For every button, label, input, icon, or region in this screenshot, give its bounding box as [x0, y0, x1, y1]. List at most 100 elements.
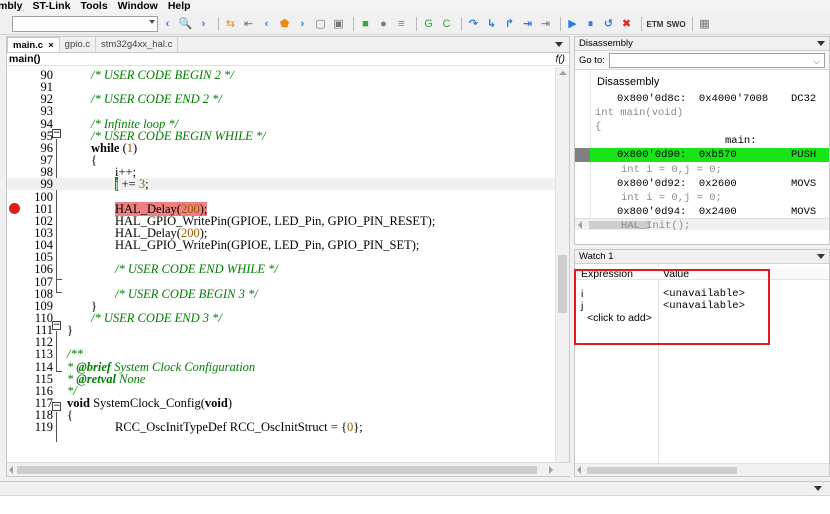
function-bar[interactable]: main() f()	[7, 53, 569, 66]
forward-icon[interactable]: ›	[196, 17, 211, 32]
scroll-up-icon[interactable]	[559, 71, 567, 75]
reset-icon[interactable]: C	[439, 17, 454, 32]
step-into-icon[interactable]: ↳	[484, 17, 499, 32]
make-icon[interactable]: ●	[376, 17, 391, 32]
code-text: HAL_Delay(200);	[115, 201, 208, 216]
line-number: 108	[34, 286, 53, 301]
scroll-thumb[interactable]	[587, 467, 737, 474]
code-text: {	[67, 408, 73, 423]
stop-icon[interactable]: ✖	[619, 17, 634, 32]
menu-item[interactable]: Help	[164, 0, 197, 13]
tab-stm32g4xx_hal-c[interactable]: stm32g4xx_hal.c	[96, 37, 179, 52]
back-icon[interactable]: ‹	[160, 17, 175, 32]
disassembly-line[interactable]: 0x800'0d92: 0x2600 MOVS	[575, 177, 829, 191]
code-token: /* USER CODE END 3 */	[91, 311, 222, 325]
panel-menu-chevron-icon[interactable]	[814, 486, 822, 491]
page-icon[interactable]: ▢	[313, 17, 328, 32]
line-number: 100	[34, 189, 53, 204]
panel-menu-chevron-icon[interactable]	[817, 41, 825, 46]
build-icon[interactable]: ■	[358, 17, 373, 32]
breakpoint-icon[interactable]	[9, 202, 20, 214]
function-icon[interactable]: f()	[556, 54, 565, 65]
options-icon[interactable]: ≡	[394, 17, 409, 32]
code-token: @retval	[76, 371, 116, 386]
code-line: 95/* USER CODE BEGIN WHILE */	[7, 128, 555, 143]
menu-item[interactable]: Tools	[76, 0, 113, 13]
step-over-icon[interactable]: ↷	[466, 17, 481, 32]
break-icon[interactable]: ⏸	[583, 17, 598, 32]
code-line: 100	[7, 189, 555, 204]
disassembly-text: int i = 0,j = 0;	[621, 191, 722, 204]
disassembly-line[interactable]: main:	[575, 134, 829, 148]
menu-item[interactable]: Window	[114, 0, 164, 13]
disassembly-line[interactable]: int i = 0,j = 0;	[575, 163, 829, 177]
restart-icon[interactable]: ↺	[601, 17, 616, 32]
disassembly-line[interactable]: 0x800'0d94: 0x2400 MOVS	[575, 205, 829, 219]
run-to-cursor-icon[interactable]: ⇥	[538, 17, 553, 32]
tab-gpio-c[interactable]: gpio.c	[60, 37, 97, 52]
code-area[interactable]: − − − 90/* USER CODE BEGIN 2 */91 92/* US…	[7, 66, 569, 461]
line-number: 115	[34, 371, 53, 386]
bookmark-shield-icon[interactable]: ⬟	[277, 17, 292, 32]
code-line: 90/* USER CODE BEGIN 2 */	[7, 69, 555, 82]
disassembly-line[interactable]: int main(void)	[575, 106, 829, 120]
tab-main-c[interactable]: main.c ×	[7, 37, 60, 52]
scroll-left-icon[interactable]	[9, 466, 13, 474]
step-out-icon[interactable]: ↱	[502, 17, 517, 32]
code-text: /* USER CODE END WHILE */	[115, 263, 278, 276]
code-token: 3	[138, 177, 146, 192]
code-line: 101 HAL_Delay(200);	[7, 201, 555, 216]
disassembly-listing[interactable]: Disassembly 0x800'0d8c: 0x4000'7008 DC32 i…	[575, 70, 829, 230]
bottom-panel-bar	[0, 482, 830, 496]
scroll-thumb[interactable]	[558, 255, 567, 313]
line-number: 119	[34, 420, 53, 435]
swo-icon[interactable]: SWO	[666, 17, 685, 32]
bottom-panel	[0, 481, 830, 514]
code-text: /* USER CODE BEGIN 3 */	[115, 287, 258, 300]
prev-bookmark-icon[interactable]: ⇤	[241, 17, 256, 32]
etm-icon[interactable]: ETM	[646, 17, 664, 32]
goto-input[interactable]: ⌵	[608, 52, 825, 68]
tab-list-chevron-icon[interactable]	[555, 42, 563, 47]
code-line: 97{	[7, 154, 555, 167]
chip-icon[interactable]: ▦	[697, 17, 712, 32]
page2-icon[interactable]: ▣	[331, 17, 346, 32]
scroll-left-icon[interactable]	[577, 466, 581, 474]
toggle-bookmark-icon[interactable]: ⇆	[223, 17, 238, 32]
menu-item[interactable]: mbly	[0, 0, 29, 13]
code-text: HAL_GPIO_WritePin(GPIOE, LED_Pin, GPIO_P…	[115, 213, 436, 228]
bottom-panel-content	[0, 496, 830, 514]
configuration-combo[interactable]	[12, 16, 158, 32]
next-statement-icon[interactable]: ⇥	[520, 17, 535, 32]
disassembly-text: 0x800'0d90: 0xb570	[617, 149, 737, 162]
panel-menu-chevron-icon[interactable]	[817, 254, 825, 259]
code-line: 117 void SystemClock_Config(void)	[7, 397, 555, 410]
chevron-down-icon[interactable]: ⌵	[813, 56, 820, 67]
toolbar-icons: ‹ 🔍 › ⇆ ⇤ ‹ ⬟ › ▢ ▣ ■ ● ≡ G C ↷ ↳ ↱ ⇥ ⇥ ▶ ⏸ ↺ ✖ ETM SWO ▦	[160, 15, 715, 33]
chevron-down-icon[interactable]	[149, 20, 155, 24]
scroll-right-icon[interactable]	[549, 466, 553, 474]
close-icon[interactable]: ×	[48, 40, 54, 51]
line-number: 95	[40, 128, 54, 143]
go-icon[interactable]: G	[421, 17, 436, 32]
scroll-thumb[interactable]	[17, 466, 537, 474]
disassembly-line[interactable]: HAL_Init();	[575, 219, 829, 230]
disassembly-line[interactable]: {	[575, 120, 829, 134]
code-token: 0	[346, 420, 354, 435]
disassembly-line[interactable]: 0x800'0d8c: 0x4000'7008 DC32	[575, 92, 829, 106]
disassembly-line[interactable]: int i = 0,j = 0;	[575, 191, 829, 205]
code-line: 109}	[7, 300, 555, 313]
code-line: 115 * @retval None	[7, 371, 555, 386]
menu-item[interactable]: ST-Link	[29, 0, 77, 13]
prev-icon[interactable]: ‹	[259, 17, 274, 32]
search-icon[interactable]: 🔍	[178, 17, 193, 32]
editor-vertical-scrollbar[interactable]	[555, 67, 569, 462]
line-number: 113	[34, 347, 53, 362]
run-icon[interactable]: ▶	[565, 17, 580, 32]
next-icon[interactable]: ›	[295, 17, 310, 32]
watch-horizontal-scrollbar[interactable]	[575, 463, 829, 476]
disassembly-line[interactable]: 0x800'0d90: 0xb570 PUSH	[575, 148, 829, 163]
toolbar-separator	[218, 17, 219, 31]
editor-horizontal-scrollbar[interactable]	[7, 462, 571, 476]
code-token: 1	[126, 140, 134, 155]
